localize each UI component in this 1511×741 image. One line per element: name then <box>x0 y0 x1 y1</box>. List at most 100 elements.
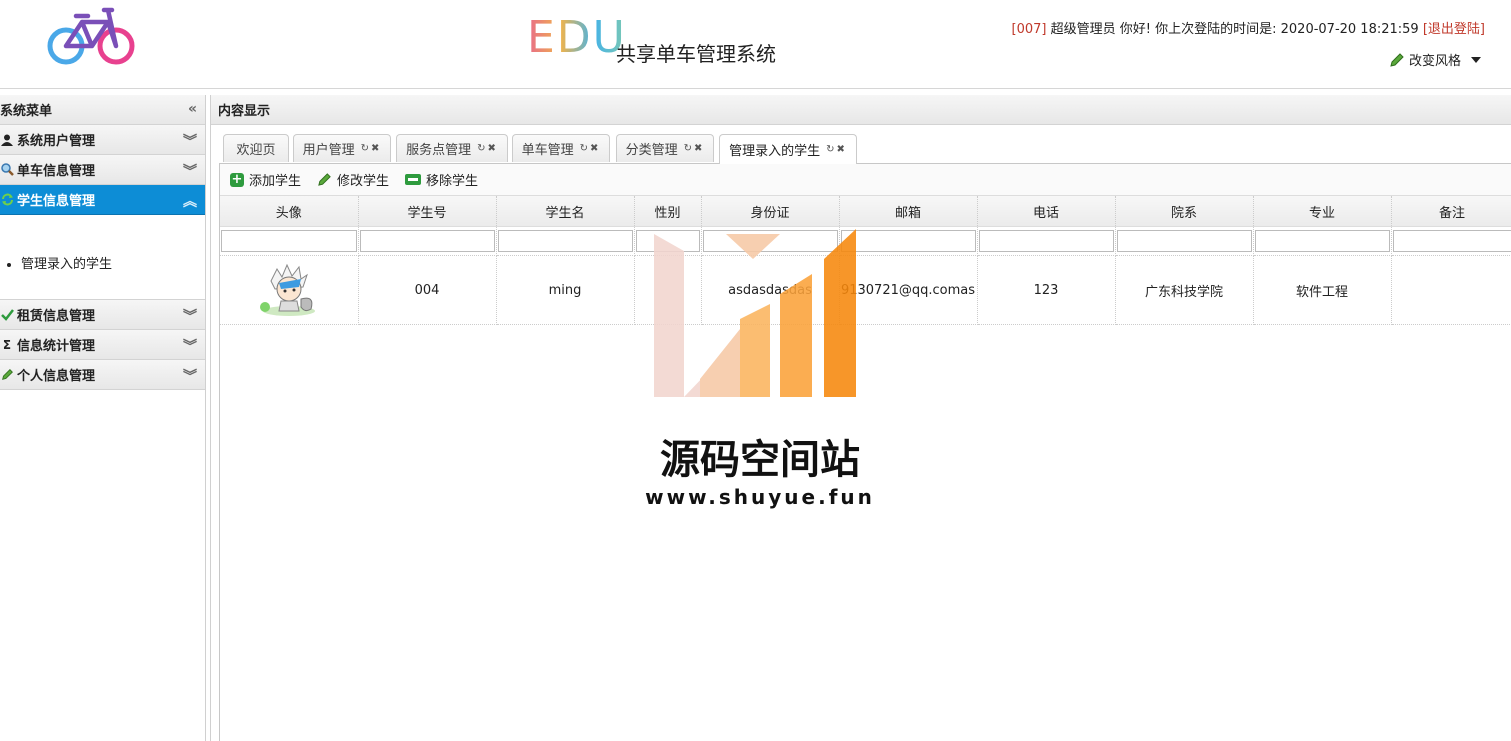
tab-refresh-close-icon[interactable]: ↻✖ <box>826 144 847 155</box>
edit-student-label: 修改学生 <box>337 174 390 189</box>
cell-gender <box>634 255 702 325</box>
sidebar-item-label: 个人信息管理 <box>17 369 96 384</box>
filter-cell <box>358 226 497 256</box>
filter-cell <box>1253 226 1392 256</box>
sidebar-item-label: 学生信息管理 <box>17 194 96 209</box>
remove-student-label: 移除学生 <box>426 174 479 189</box>
sidebar-item-system-users[interactable]: 系统用户管理 ︾ <box>0 125 205 155</box>
chevron-double-down-icon[interactable]: ︾ <box>183 161 197 181</box>
column-header-gender[interactable]: 性别 <box>634 196 702 227</box>
check-icon <box>0 308 14 322</box>
column-header-major[interactable]: 专业 <box>1253 196 1392 227</box>
sidebar-item-rental-info[interactable]: 租赁信息管理 ︾ <box>0 300 205 330</box>
greeting-text: 超级管理员 你好! 你上次登陆的时间是: 2020-07-20 18:21:59 <box>1050 22 1419 37</box>
chevron-double-down-icon[interactable]: ︾ <box>183 306 197 326</box>
sidebar-item-label: 系统用户管理 <box>17 134 96 149</box>
tab-refresh-close-icon[interactable]: ↻✖ <box>684 143 705 154</box>
tab-refresh-close-icon[interactable]: ↻✖ <box>477 143 498 154</box>
filter-id-card-input[interactable] <box>702 230 838 252</box>
filter-gender-input[interactable] <box>635 230 700 252</box>
tab-refresh-close-icon[interactable]: ↻✖ <box>580 143 601 154</box>
sidebar-item-student-info[interactable]: 学生信息管理 ︽ <box>0 185 205 215</box>
tab-user-management[interactable]: 用户管理 ↻✖ <box>293 134 391 162</box>
column-header-email[interactable]: 邮箱 <box>839 196 978 227</box>
pencil-icon <box>1390 52 1404 67</box>
column-header-id-card[interactable]: 身份证 <box>701 196 840 227</box>
filter-cell <box>1115 226 1254 256</box>
sidebar: 系统菜单 « 系统用户管理 ︾ 单车信息管理 ︾ 学生信息管理 ︽ 管理录入的学… <box>0 95 206 741</box>
tab-bar: 欢迎页 用户管理 ↻✖ 服务点管理 ↻✖ 单车管理 ↻✖ 分类管理 ↻✖ 管理录… <box>219 132 1511 164</box>
filter-student-no-input[interactable] <box>359 230 495 252</box>
add-student-label: 添加学生 <box>249 174 302 189</box>
table-row[interactable]: 004 ming asdasdasdas 9130721@qq.comas 12… <box>220 255 1511 325</box>
plus-icon: + <box>230 172 244 187</box>
avatar-cell <box>220 255 359 325</box>
column-header-department[interactable]: 院系 <box>1115 196 1254 227</box>
sidebar-title: 系统菜单 <box>0 104 53 119</box>
filter-student-name-input[interactable] <box>497 230 633 252</box>
filter-major-input[interactable] <box>1254 230 1390 252</box>
filter-remark-input[interactable] <box>1392 230 1511 252</box>
filter-cell <box>839 226 978 256</box>
bicycle-logo-icon <box>47 7 135 65</box>
filter-phone-input[interactable] <box>978 230 1114 252</box>
sidebar-item-personal-info[interactable]: 个人信息管理 ︾ <box>0 360 205 390</box>
tab-label: 用户管理 <box>302 143 355 158</box>
logout-link[interactable]: [退出登陆] <box>1423 22 1485 37</box>
collapse-left-icon[interactable]: « <box>188 101 197 117</box>
sidebar-item-label: 租赁信息管理 <box>17 309 96 324</box>
tab-label: 欢迎页 <box>236 143 276 158</box>
tab-refresh-close-icon[interactable]: ↻✖ <box>361 143 382 154</box>
student-info-panel: 管理录入的学生 <box>0 215 205 300</box>
app-title-edu: EDU <box>527 12 627 63</box>
app-title-system: 共享单车管理系统 <box>616 42 776 66</box>
tab-bike-management[interactable]: 单车管理 ↻✖ <box>512 134 610 162</box>
sidebar-item-label: 单车信息管理 <box>17 164 96 179</box>
add-student-button[interactable]: + 添加学生 <box>230 170 301 189</box>
filter-cell <box>701 226 840 256</box>
student-grid: + 添加学生 修改学生 移除学生 头像 学生号 学生名 性别 身份证 邮箱 电话… <box>219 164 1511 741</box>
column-header-remark[interactable]: 备注 <box>1391 196 1511 227</box>
filter-cell <box>634 226 702 256</box>
column-header-student-name[interactable]: 学生名 <box>496 196 635 227</box>
filter-cell <box>220 226 359 256</box>
chevron-double-up-icon[interactable]: ︽ <box>183 191 197 211</box>
tab-service-point[interactable]: 服务点管理 ↻✖ <box>396 134 508 162</box>
sidebar-item-bike-info[interactable]: 单车信息管理 ︾ <box>0 155 205 185</box>
edit-student-button[interactable]: 修改学生 <box>317 170 389 189</box>
cell-remark <box>1391 255 1511 325</box>
chevron-double-down-icon[interactable]: ︾ <box>183 366 197 386</box>
pencil-icon <box>318 173 331 186</box>
cell-phone: 123 <box>977 255 1116 325</box>
cell-id-card: asdasdasdas <box>701 255 840 325</box>
cell-student-no: 004 <box>358 255 497 325</box>
column-header-student-no[interactable]: 学生号 <box>358 196 497 227</box>
filter-email-input[interactable] <box>840 230 976 252</box>
chevron-double-down-icon[interactable]: ︾ <box>183 131 197 151</box>
filter-cell <box>1391 226 1511 256</box>
tab-category-management[interactable]: 分类管理 ↻✖ <box>616 134 714 162</box>
sidebar-header: 系统菜单 « <box>0 95 205 125</box>
tab-label: 服务点管理 <box>406 143 472 158</box>
cell-department: 广东科技学院 <box>1115 255 1254 325</box>
sidebar-item-label: 信息统计管理 <box>17 339 96 354</box>
change-style-menu[interactable]: 改变风格 <box>1389 50 1481 69</box>
sidebar-item-statistics[interactable]: Σ 信息统计管理 ︾ <box>0 330 205 360</box>
column-header-phone[interactable]: 电话 <box>977 196 1116 227</box>
tab-label: 管理录入的学生 <box>729 144 821 159</box>
cell-student-name: ming <box>496 255 635 325</box>
filter-cell <box>496 226 635 256</box>
nav-link-manage-students[interactable]: 管理录入的学生 <box>21 253 112 272</box>
filter-avatar-input[interactable] <box>221 230 357 252</box>
header: EDU 共享单车管理系统 [007] 超级管理员 你好! 你上次登陆的时间是: … <box>0 0 1511 89</box>
column-header-avatar[interactable]: 头像 <box>220 196 359 227</box>
tab-welcome[interactable]: 欢迎页 <box>223 134 289 162</box>
search-icon <box>0 163 14 177</box>
remove-student-button[interactable]: 移除学生 <box>405 170 478 189</box>
minus-icon <box>405 174 422 185</box>
table-header-row: 头像 学生号 学生名 性别 身份证 邮箱 电话 院系 专业 备注 <box>220 196 1511 227</box>
filter-department-input[interactable] <box>1116 230 1252 252</box>
cell-major: 软件工程 <box>1253 255 1392 325</box>
tab-manage-students[interactable]: 管理录入的学生 ↻✖ <box>719 134 857 164</box>
chevron-double-down-icon[interactable]: ︾ <box>183 336 197 356</box>
